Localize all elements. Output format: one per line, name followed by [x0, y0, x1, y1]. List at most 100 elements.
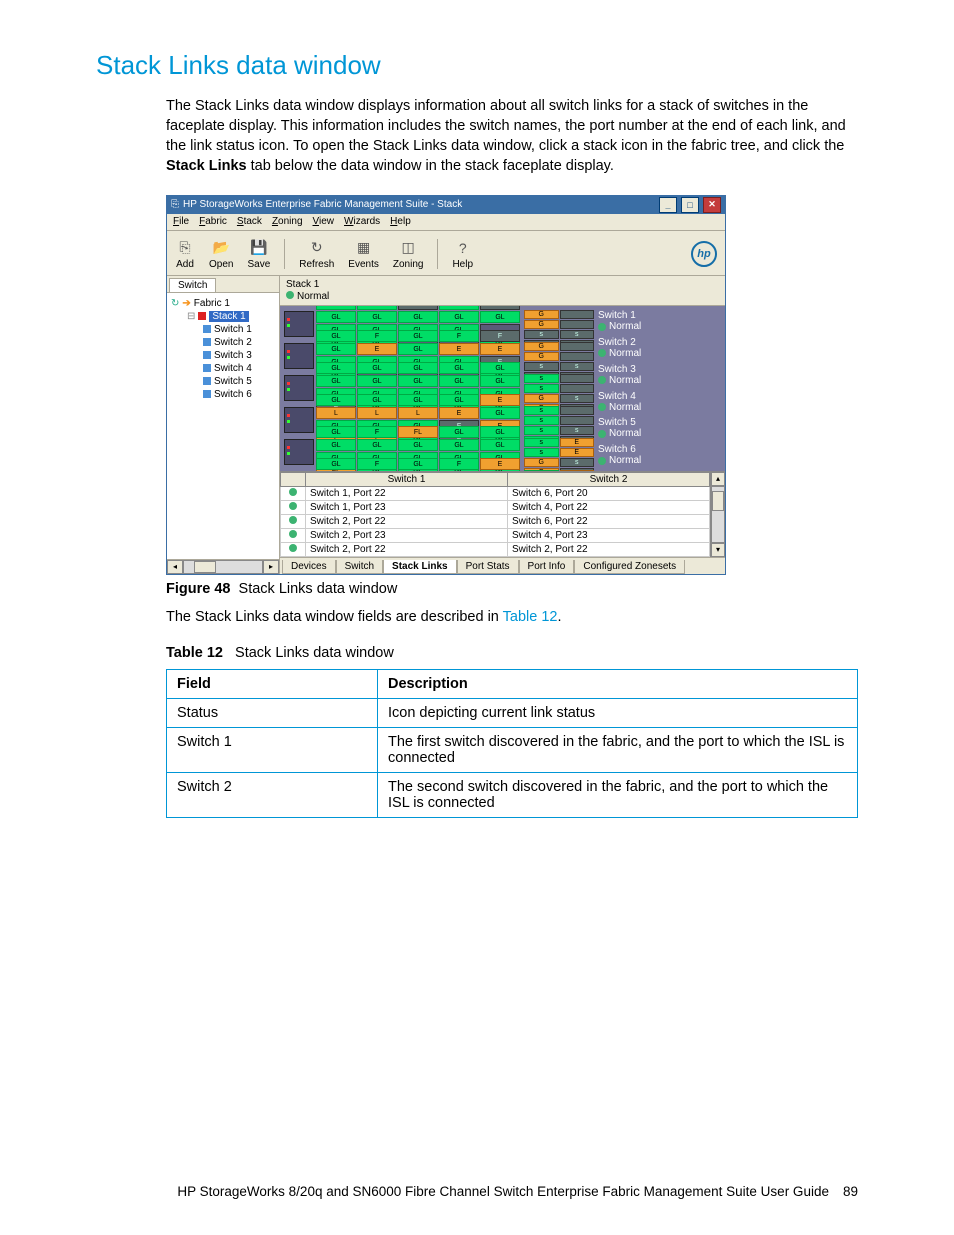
port[interactable]: GL [316, 394, 356, 406]
table-row[interactable]: Switch 2, Port 22Switch 6, Port 22 [281, 514, 710, 528]
links-header[interactable] [281, 472, 306, 486]
port[interactable]: GL [316, 375, 356, 387]
expand-icon[interactable]: ⊟ [187, 311, 195, 322]
port[interactable]: F [357, 306, 397, 311]
tree-switch-item[interactable]: Switch 5 [203, 375, 275, 388]
xport[interactable]: s [524, 362, 559, 371]
port[interactable]: GL [398, 362, 438, 374]
scroll-left-button[interactable]: ◂ [167, 560, 183, 574]
port[interactable]: GL [480, 426, 520, 438]
port[interactable]: GL [480, 407, 520, 419]
maximize-button[interactable]: □ [681, 197, 699, 213]
xport[interactable] [560, 342, 595, 351]
tree-switch-item[interactable]: Switch 3 [203, 349, 275, 362]
tab-configured-zonesets[interactable]: Configured Zonesets [574, 560, 685, 574]
port[interactable]: GL [316, 426, 356, 438]
port[interactable]: F [357, 426, 397, 438]
close-button[interactable]: ✕ [703, 197, 721, 213]
tab-port-stats[interactable]: Port Stats [457, 560, 519, 574]
port[interactable]: GL [439, 375, 479, 387]
port[interactable]: GL [316, 439, 356, 451]
port[interactable]: L [398, 407, 438, 419]
scroll-thumb[interactable] [194, 561, 216, 573]
scroll-up-button[interactable]: ▴ [711, 472, 725, 486]
xport[interactable] [560, 406, 595, 415]
links-header[interactable]: Switch 1 [306, 472, 508, 486]
menu-help[interactable]: Help [390, 216, 411, 227]
tree-switch-item[interactable]: Switch 4 [203, 362, 275, 375]
xport[interactable]: E [560, 448, 595, 457]
scroll-track[interactable] [183, 560, 263, 574]
xport[interactable]: s [524, 384, 559, 393]
tab-stack-links[interactable]: Stack Links [383, 560, 457, 574]
xport[interactable]: s [560, 426, 595, 435]
toolbar-zoning-button[interactable]: ◫Zoning [393, 238, 424, 270]
port[interactable]: GL [398, 458, 438, 470]
port[interactable]: GL [439, 306, 479, 311]
tab-devices[interactable]: Devices [282, 560, 336, 574]
port[interactable]: GL [480, 311, 520, 323]
port[interactable]: L [357, 407, 397, 419]
xport[interactable]: G [524, 352, 559, 361]
port[interactable]: GL [357, 311, 397, 323]
left-tab-switch[interactable]: Switch [169, 278, 216, 292]
xport[interactable]: s [524, 416, 559, 425]
menu-wizards[interactable]: Wizards [344, 216, 380, 227]
xport[interactable]: s [524, 330, 559, 339]
tab-switch[interactable]: Switch [336, 560, 383, 574]
toolbar-add-button[interactable]: ⎘Add [175, 238, 195, 270]
port[interactable]: GL [316, 311, 356, 323]
xport[interactable]: s [524, 438, 559, 447]
table-row[interactable]: Switch 2, Port 23Switch 4, Port 23 [281, 528, 710, 542]
toolbar-events-button[interactable]: ▦Events [348, 238, 379, 270]
xport[interactable] [560, 374, 595, 383]
table-row[interactable]: Switch 2, Port 22Switch 2, Port 22 [281, 542, 710, 556]
port[interactable]: E [480, 394, 520, 406]
port[interactable]: GL [439, 394, 479, 406]
xport[interactable]: G [524, 394, 559, 403]
table-12-link[interactable]: Table 12 [503, 609, 558, 625]
port[interactable]: L [316, 407, 356, 419]
links-header[interactable]: Switch 2 [508, 472, 710, 486]
xport[interactable]: s [524, 448, 559, 457]
port[interactable]: F [398, 306, 438, 311]
port[interactable]: GL [398, 343, 438, 355]
table-vscrollbar[interactable]: ▴ ▾ [710, 472, 725, 557]
table-row[interactable]: Switch 1, Port 22Switch 6, Port 20 [281, 486, 710, 500]
xport[interactable]: s [560, 362, 595, 371]
port[interactable]: GL [316, 330, 356, 342]
port[interactable]: GL [398, 439, 438, 451]
port[interactable]: F [357, 330, 397, 342]
port[interactable]: GL [316, 458, 356, 470]
minimize-button[interactable]: _ [659, 197, 677, 213]
toolbar-open-button[interactable]: 📂Open [209, 238, 233, 270]
scroll-track[interactable] [711, 486, 725, 543]
xport[interactable]: s [524, 374, 559, 383]
port[interactable]: GL [439, 439, 479, 451]
port[interactable]: F [439, 458, 479, 470]
port[interactable]: GL [357, 375, 397, 387]
xport[interactable]: G [524, 310, 559, 319]
tree-stack[interactable]: ⊟ Stack 1 [187, 310, 275, 323]
tree-root[interactable]: ↻ ➔ Fabric 1 [171, 297, 275, 310]
port[interactable]: GL [316, 343, 356, 355]
port[interactable]: GL [480, 439, 520, 451]
port[interactable]: E [439, 343, 479, 355]
xport[interactable] [560, 320, 595, 329]
xport[interactable]: E [560, 438, 595, 447]
xport[interactable]: G [524, 320, 559, 329]
port[interactable]: FL [398, 426, 438, 438]
menu-stack[interactable]: Stack [237, 216, 262, 227]
tree-hscrollbar[interactable]: ◂ ▸ [167, 559, 279, 574]
tree-switch-item[interactable]: Switch 1 [203, 323, 275, 336]
xport[interactable]: s [524, 426, 559, 435]
xport[interactable] [560, 416, 595, 425]
port[interactable]: GL [316, 362, 356, 374]
tree-switch-item[interactable]: Switch 2 [203, 336, 275, 349]
menu-file[interactable]: File [173, 216, 189, 227]
menu-view[interactable]: View [313, 216, 335, 227]
xport[interactable]: s [524, 406, 559, 415]
port[interactable]: F [480, 306, 520, 311]
port[interactable]: GL [398, 375, 438, 387]
tree-switch-item[interactable]: Switch 6 [203, 388, 275, 401]
